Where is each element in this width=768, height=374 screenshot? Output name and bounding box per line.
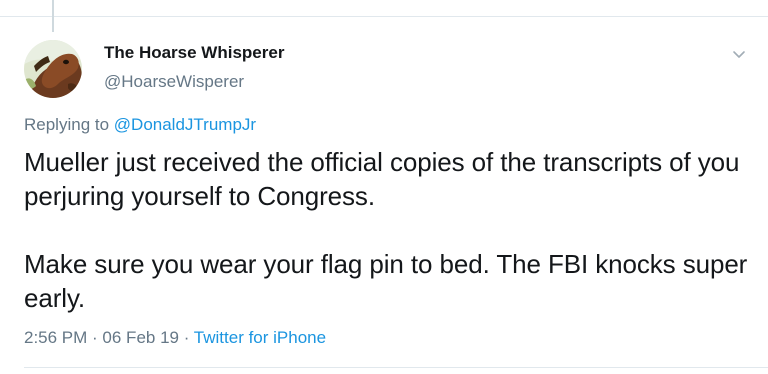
replying-to-prefix: Replying to [24, 115, 114, 134]
top-divider [0, 16, 768, 17]
tweet-menu-button[interactable] [729, 44, 749, 64]
meta-separator: · [87, 328, 103, 347]
horse-avatar-icon [24, 40, 82, 98]
bottom-divider [24, 367, 768, 368]
tweet-time[interactable]: 2:56 PM [24, 328, 87, 347]
tweet-text: Mueller just received the official copie… [24, 145, 749, 315]
chevron-down-icon [733, 51, 745, 58]
replying-to: Replying to @DonaldJTrumpJr [24, 115, 256, 135]
replying-to-mention-link[interactable]: @DonaldJTrumpJr [114, 115, 256, 134]
thread-connector-line [52, 0, 54, 32]
tweet-paragraph: Make sure you wear your flag pin to bed.… [24, 249, 748, 313]
meta-separator: · [178, 328, 194, 347]
tweet-date[interactable]: 06 Feb 19 [102, 328, 179, 347]
author-handle[interactable]: @HoarseWisperer [104, 72, 244, 92]
tweet-meta: 2:56 PM · 06 Feb 19 · Twitter for iPhone [24, 328, 326, 348]
author-display-name[interactable]: The Hoarse Whisperer [104, 43, 284, 63]
tweet-paragraph: Mueller just received the official copie… [24, 147, 740, 211]
avatar[interactable] [24, 40, 82, 98]
tweet-source-link[interactable]: Twitter for iPhone [194, 328, 326, 347]
